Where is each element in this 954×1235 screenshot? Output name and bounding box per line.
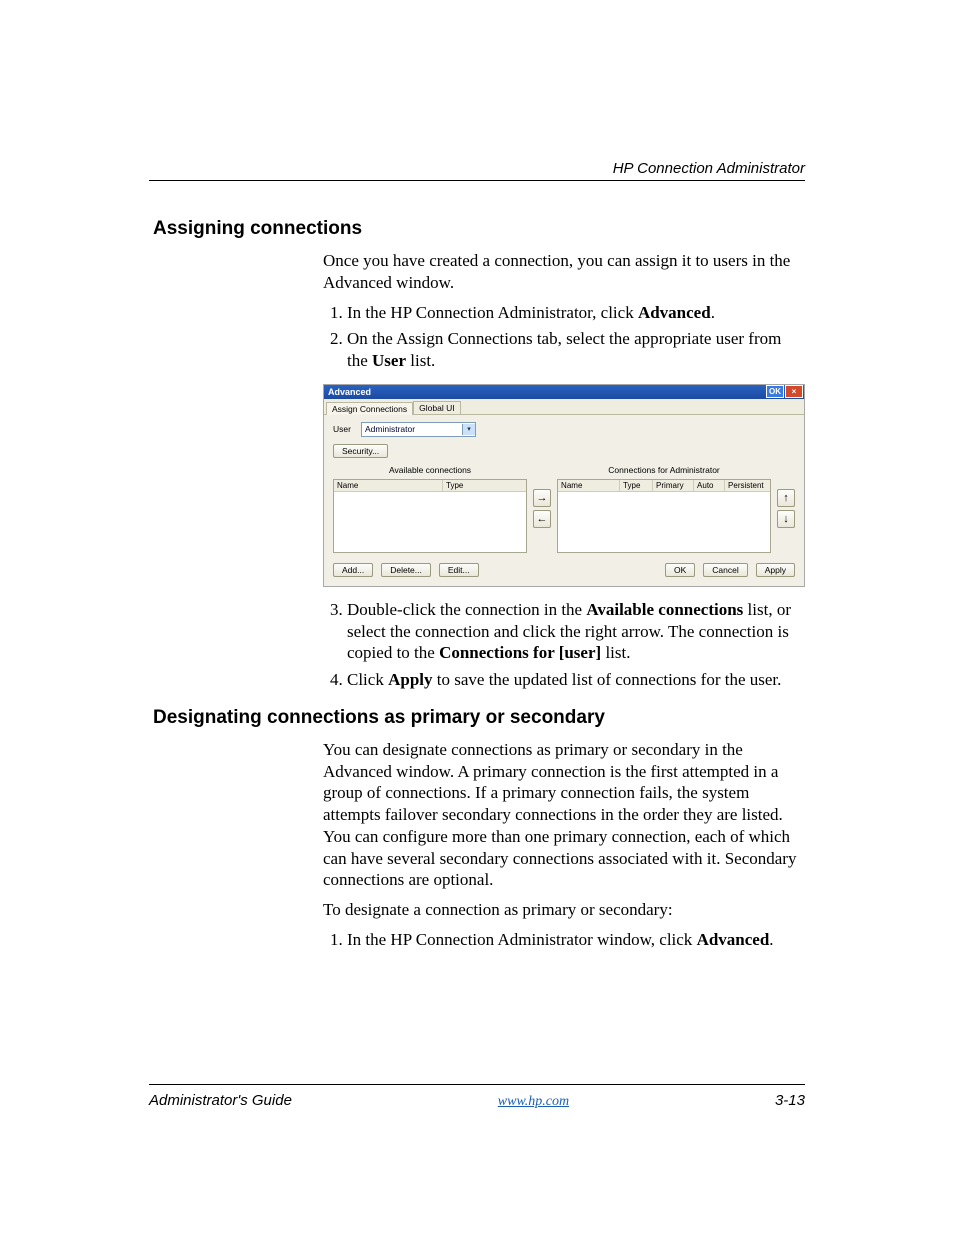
designating-step-1: In the HP Connection Administrator windo… <box>347 929 805 951</box>
connections-for-title: Connections for Administrator <box>557 465 771 475</box>
move-up-button[interactable]: ↑ <box>777 489 795 507</box>
chevron-down-icon: ▾ <box>462 424 475 435</box>
intro-paragraph: Once you have created a connection, you … <box>323 250 805 294</box>
user-label: User <box>333 424 355 434</box>
step-1: In the HP Connection Administrator, clic… <box>347 302 805 324</box>
ok-button[interactable]: OK <box>665 563 695 577</box>
apply-button[interactable]: Apply <box>756 563 795 577</box>
step-4: Click Apply to save the updated list of … <box>347 669 805 691</box>
tab-global-ui[interactable]: Global UI <box>413 401 460 414</box>
dialog-title: Advanced <box>328 387 371 397</box>
step-3: Double-click the connection in the Avail… <box>347 599 805 664</box>
col-name[interactable]: Name <box>334 480 443 491</box>
available-title: Available connections <box>333 465 527 475</box>
security-button[interactable]: Security... <box>333 444 388 458</box>
cancel-button[interactable]: Cancel <box>703 563 747 577</box>
tab-assign-connections[interactable]: Assign Connections <box>326 402 413 415</box>
footer-left: Administrator's Guide <box>149 1092 292 1109</box>
header-rule <box>149 180 805 181</box>
footer-rule <box>149 1084 805 1085</box>
titlebar-ok-button[interactable]: OK <box>766 385 784 398</box>
arrow-down-icon: ↓ <box>783 513 789 525</box>
move-right-button[interactable]: → <box>533 489 551 507</box>
arrow-right-icon: → <box>537 492 548 504</box>
col2-type[interactable]: Type <box>620 480 653 491</box>
user-dropdown-value: Administrator <box>365 424 415 434</box>
dialog-titlebar: Advanced OK × <box>324 385 804 399</box>
page-number: 3-13 <box>775 1092 805 1109</box>
col2-auto[interactable]: Auto <box>694 480 725 491</box>
col2-persistent[interactable]: Persistent <box>725 480 770 491</box>
user-dropdown[interactable]: Administrator ▾ <box>361 422 476 437</box>
titlebar-close-button[interactable]: × <box>785 385 803 398</box>
step-2: On the Assign Connections tab, select th… <box>347 328 805 372</box>
col2-primary[interactable]: Primary <box>653 480 694 491</box>
col-type[interactable]: Type <box>443 480 526 491</box>
move-down-button[interactable]: ↓ <box>777 510 795 528</box>
delete-button[interactable]: Delete... <box>381 563 431 577</box>
footer-link[interactable]: www.hp.com <box>498 1094 569 1110</box>
heading-assigning: Assigning connections <box>153 218 805 240</box>
heading-designating: Designating connections as primary or se… <box>153 707 805 729</box>
add-button[interactable]: Add... <box>333 563 373 577</box>
designating-lead: To designate a connection as primary or … <box>323 899 805 921</box>
col2-name[interactable]: Name <box>558 480 620 491</box>
edit-button[interactable]: Edit... <box>439 563 479 577</box>
running-header: HP Connection Administrator <box>613 160 805 177</box>
connections-for-listbox[interactable]: Name Type Primary Auto Persistent <box>557 479 771 553</box>
advanced-dialog: Advanced OK × Assign Connections Global … <box>323 384 805 587</box>
arrow-left-icon: ← <box>537 513 548 525</box>
arrow-up-icon: ↑ <box>783 492 789 504</box>
designating-paragraph: You can designate connections as primary… <box>323 739 805 891</box>
available-listbox[interactable]: Name Type <box>333 479 527 553</box>
move-left-button[interactable]: ← <box>533 510 551 528</box>
